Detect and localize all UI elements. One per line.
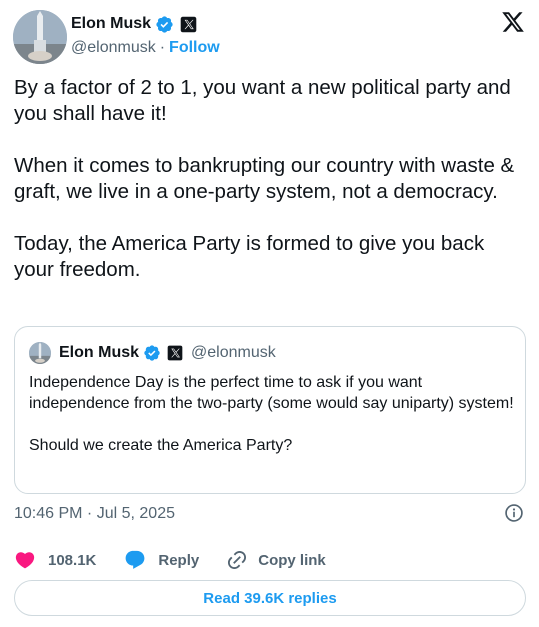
tweet-paragraph: By a factor of 2 to 1, you want a new po… — [14, 76, 511, 125]
handle-separator: · — [159, 39, 166, 56]
copy-link-button[interactable]: Copy link — [226, 549, 326, 571]
quoted-text: Independence Day is the perfect time to … — [29, 372, 515, 456]
heart-icon — [15, 552, 35, 569]
follow-button[interactable]: Follow — [169, 39, 220, 57]
reply-button[interactable]: Reply — [124, 549, 199, 571]
like-count: 108.1K — [48, 551, 97, 569]
author-handle-row: @elonmusk · Follow — [71, 39, 220, 57]
copy-link-label: Copy link — [258, 551, 326, 569]
quoted-tweet[interactable]: Elon Musk @elonmusk Independence Day is … — [14, 326, 526, 494]
link-icon — [228, 550, 247, 570]
x-affiliate-badge-icon[interactable] — [180, 16, 197, 33]
avatar-image — [13, 10, 67, 64]
like-button[interactable]: 108.1K — [14, 549, 96, 571]
x-affiliate-badge-icon — [167, 345, 183, 361]
read-replies-button[interactable]: Read 39.6K replies — [14, 580, 526, 616]
quoted-author-handle: @elonmusk — [191, 344, 276, 361]
quoted-paragraph: Should we create the America Party? — [29, 437, 293, 454]
tweet-timestamp[interactable]: 10:46 PM · Jul 5, 2025 — [14, 505, 175, 523]
verified-badge-icon — [143, 344, 161, 362]
quoted-author-name: Elon Musk — [59, 344, 140, 361]
quoted-header: Elon Musk @elonmusk — [29, 342, 276, 364]
avatar[interactable] — [13, 10, 67, 64]
author-name-row: Elon Musk — [71, 13, 197, 35]
quoted-paragraph: Independence Day is the perfect time to … — [29, 374, 514, 412]
tweet-text: By a factor of 2 to 1, you want a new po… — [14, 75, 524, 283]
quoted-avatar — [29, 342, 51, 364]
verified-badge-icon[interactable] — [155, 15, 174, 34]
tweet-paragraph: When it comes to bankrupting our country… — [14, 154, 515, 203]
tweet-paragraph: Today, the America Party is formed to gi… — [14, 232, 485, 281]
tweet-actions: 108.1K Reply Copy link — [14, 547, 326, 573]
author-name[interactable]: Elon Musk — [71, 15, 151, 33]
author-handle[interactable]: @elonmusk — [71, 39, 156, 57]
x-logo-icon[interactable] — [500, 10, 526, 34]
reply-bubble-icon — [125, 550, 145, 569]
info-icon[interactable] — [504, 503, 524, 523]
reply-label: Reply — [158, 551, 200, 569]
